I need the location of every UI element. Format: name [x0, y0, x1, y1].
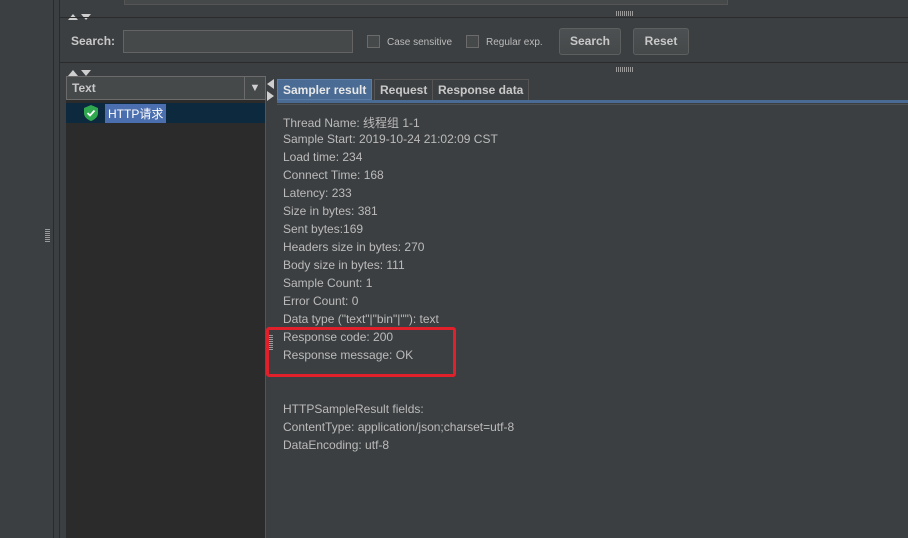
tree-item[interactable]: HTTP请求	[66, 103, 265, 123]
result-line: HTTPSampleResult fields:	[283, 402, 424, 416]
result-line: Thread Name: 线程组 1-1	[283, 116, 420, 130]
horizontal-splitter-grip-icon[interactable]	[616, 11, 634, 16]
result-line: Body size in bytes: 111	[283, 258, 405, 272]
result-line: Connect Time: 168	[283, 168, 384, 182]
highlight-annotation-box	[266, 327, 456, 377]
tab-response-data[interactable]: Response data	[432, 79, 530, 100]
divider	[60, 62, 908, 63]
tab-sampler-result[interactable]: Sampler result	[277, 79, 373, 100]
collapse-left-icon[interactable]	[267, 79, 274, 89]
left-gutter	[0, 0, 43, 538]
renderer-selector-label: Text	[72, 81, 96, 95]
result-line: ContentType: application/json;charset=ut…	[283, 420, 515, 434]
success-shield-icon	[84, 105, 98, 121]
result-line: Size in bytes: 381	[283, 204, 378, 218]
result-line: Load time: 234	[283, 150, 363, 164]
case-sensitive-label: Case sensitive	[387, 37, 453, 48]
left-panel-splitter[interactable]	[42, 0, 54, 538]
renderer-selector[interactable]: Text ▼	[66, 76, 266, 100]
result-line: Headers size in bytes: 270	[283, 240, 425, 254]
content-border	[59, 0, 60, 538]
regular-exp-label: Regular exp.	[486, 37, 543, 48]
search-button[interactable]: Search	[559, 28, 621, 55]
search-label: Search:	[71, 34, 116, 48]
result-line: Error Count: 0	[283, 294, 359, 308]
tree-item-label: HTTP请求	[105, 104, 167, 123]
chevron-down-icon[interactable]: ▼	[244, 77, 265, 99]
result-line: Sample Count: 1	[283, 276, 373, 290]
top-panel-edge	[124, 0, 728, 5]
reset-button[interactable]: Reset	[633, 28, 689, 55]
case-sensitive-checkbox[interactable]	[367, 35, 380, 48]
expand-right-icon[interactable]	[267, 91, 274, 101]
result-line: Sent bytes:169	[283, 222, 364, 236]
tab-underline	[277, 100, 908, 103]
result-line: DataEncoding: utf-8	[283, 438, 390, 452]
tab-request[interactable]: Request	[374, 79, 434, 100]
horizontal-splitter-grip-icon[interactable]	[616, 67, 634, 72]
splitter-grip-icon	[45, 228, 50, 242]
sampler-result-text[interactable]: Thread Name: 线程组 1-1 Sample Start: 2019-…	[277, 105, 908, 538]
center-splitter[interactable]	[266, 76, 276, 538]
collapse-arrows-top[interactable]	[68, 9, 92, 23]
divider	[60, 17, 908, 18]
result-line: Sample Start: 2019-10-24 21:02:09 CST	[283, 132, 498, 146]
search-input[interactable]	[123, 30, 353, 53]
result-line: Latency: 233	[283, 186, 352, 200]
results-tree: HTTP请求	[66, 100, 266, 538]
result-line: Data type ("text"|"bin"|""): text	[283, 312, 439, 326]
regular-exp-checkbox[interactable]	[466, 35, 479, 48]
